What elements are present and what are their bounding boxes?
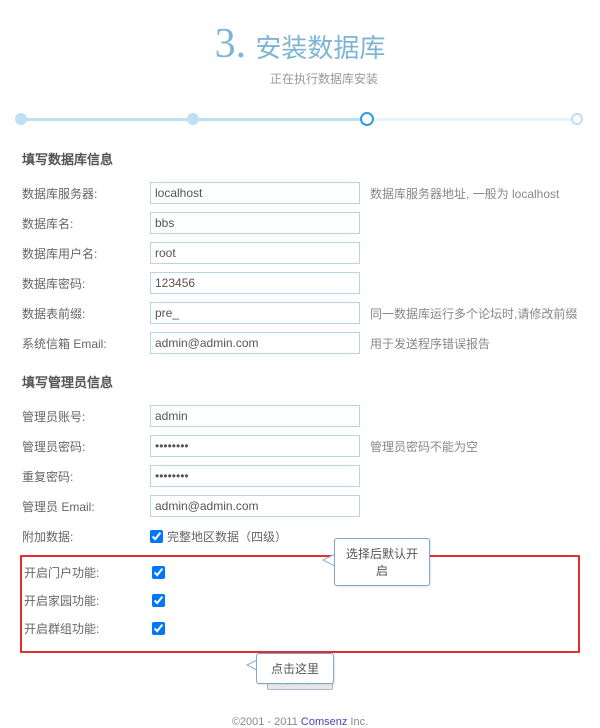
admin-input-3[interactable] bbox=[150, 495, 360, 517]
admin-input-2[interactable] bbox=[150, 465, 360, 487]
field-label: 数据库服务器: bbox=[22, 185, 150, 202]
footer-link[interactable]: Comsenz bbox=[301, 716, 347, 728]
admin-input-1[interactable] bbox=[150, 435, 360, 457]
field-label: 重复密码: bbox=[22, 468, 150, 485]
install-header: 3. 安装数据库 正在执行数据库安装 bbox=[0, 0, 600, 97]
feature-row: 开启家园功能: bbox=[24, 589, 576, 611]
admin-row: 管理员 Email: bbox=[22, 495, 578, 517]
section-db-title: 填写数据库信息 bbox=[22, 149, 600, 168]
section-admin-title: 填写管理员信息 bbox=[22, 372, 600, 391]
field-label: 开启家园功能: bbox=[24, 592, 152, 609]
addon-label: 附加数据: bbox=[22, 528, 150, 545]
db-row: 数据库服务器: 数据库服务器地址, 一般为 localhost bbox=[22, 182, 578, 204]
field-label: 系统信箱 Email: bbox=[22, 335, 150, 352]
progress-dot bbox=[360, 112, 374, 126]
admin-row: 重复密码: bbox=[22, 465, 578, 487]
feature-highlight-box: 开启门户功能: 开启家园功能: 开启群组功能: bbox=[20, 555, 580, 653]
admin-row: 管理员账号: bbox=[22, 405, 578, 427]
field-label: 管理员密码: bbox=[22, 438, 150, 455]
progress-dot bbox=[571, 113, 583, 125]
db-input-1[interactable] bbox=[150, 212, 360, 234]
field-label: 数据表前缀: bbox=[22, 305, 150, 322]
admin-row: 管理员密码: 管理员密码不能为空 bbox=[22, 435, 578, 457]
db-input-4[interactable] bbox=[150, 302, 360, 324]
feature-row: 开启门户功能: bbox=[24, 561, 576, 583]
field-hint: 管理员密码不能为空 bbox=[370, 438, 478, 455]
progress-dot bbox=[15, 113, 27, 125]
page-title: 安装数据库 bbox=[255, 33, 385, 63]
step-number: 3. bbox=[215, 21, 247, 67]
admin-form: 管理员账号: 管理员密码: 管理员密码不能为空重复密码: 管理员 Email: bbox=[0, 405, 600, 517]
addon-row: 附加数据: 完整地区数据（四级） bbox=[22, 525, 578, 547]
field-hint: 用于发送程序错误报告 bbox=[370, 335, 490, 352]
db-form: 数据库服务器: 数据库服务器地址, 一般为 localhost 数据库名: 数据库用户… bbox=[0, 182, 600, 354]
db-input-0[interactable] bbox=[150, 182, 360, 204]
db-input-5[interactable] bbox=[150, 332, 360, 354]
progress-dot bbox=[187, 113, 199, 125]
db-row: 数据库密码: bbox=[22, 272, 578, 294]
feature-checkbox-0[interactable] bbox=[152, 566, 165, 579]
feature-checkbox-1[interactable] bbox=[152, 594, 165, 607]
db-input-2[interactable] bbox=[150, 242, 360, 264]
callout-tail-icon bbox=[322, 554, 334, 566]
progress-bar bbox=[22, 109, 578, 129]
field-label: 数据库名: bbox=[22, 215, 150, 232]
db-input-3[interactable] bbox=[150, 272, 360, 294]
feature-checkbox-2[interactable] bbox=[152, 622, 165, 635]
field-label: 数据库密码: bbox=[22, 275, 150, 292]
page-subtitle: 正在执行数据库安装 bbox=[0, 70, 600, 87]
db-row: 数据库名: bbox=[22, 212, 578, 234]
admin-input-0[interactable] bbox=[150, 405, 360, 427]
addon-checkbox[interactable] bbox=[150, 530, 163, 543]
db-row: 系统信箱 Email: 用于发送程序错误报告 bbox=[22, 332, 578, 354]
field-label: 开启门户功能: bbox=[24, 564, 152, 581]
addon-text: 完整地区数据（四级） bbox=[167, 528, 287, 545]
field-label: 数据库用户名: bbox=[22, 245, 150, 262]
callout-click-here: 点击这里 bbox=[256, 653, 334, 684]
footer: ©2001 - 2011 Comsenz Inc. bbox=[0, 716, 600, 728]
feature-row: 开启群组功能: bbox=[24, 617, 576, 639]
db-row: 数据库用户名: bbox=[22, 242, 578, 264]
db-row: 数据表前缀: 同一数据库运行多个论坛时,请修改前缀 bbox=[22, 302, 578, 324]
field-hint: 数据库服务器地址, 一般为 localhost bbox=[370, 185, 559, 202]
field-label: 管理员账号: bbox=[22, 408, 150, 425]
callout-default-on: 选择后默认开启 bbox=[334, 538, 430, 586]
field-label: 管理员 Email: bbox=[22, 498, 150, 515]
field-hint: 同一数据库运行多个论坛时,请修改前缀 bbox=[370, 305, 577, 322]
field-label: 开启群组功能: bbox=[24, 620, 152, 637]
